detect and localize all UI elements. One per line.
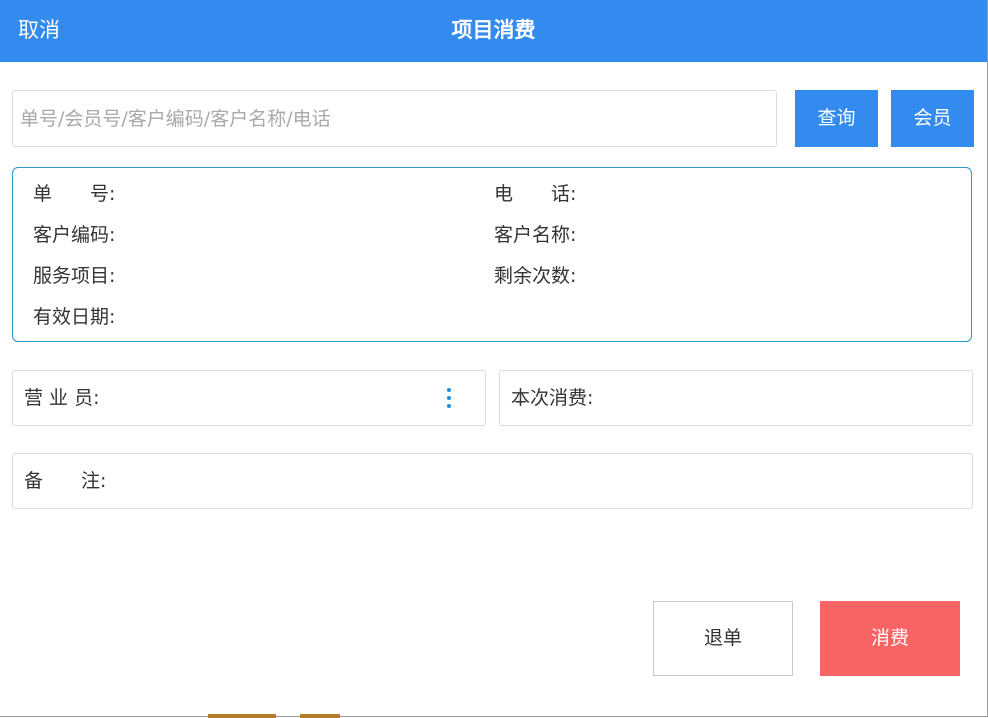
order-no-label: 单 号:: [33, 183, 116, 205]
customer-code-row: 客户编码:: [33, 221, 115, 249]
consume-button[interactable]: 消费: [820, 601, 960, 676]
member-button[interactable]: 会员: [891, 90, 974, 147]
remark-label-text: 备 注:: [24, 470, 107, 492]
customer-name-label: 客户名称:: [494, 224, 577, 246]
dialog-header: 取消 项目消费: [0, 0, 987, 62]
remaining-times-label: 剩余次数:: [494, 265, 577, 287]
salesperson-label: 营 业 员:: [24, 371, 99, 425]
phone-row: 电 话:: [494, 180, 576, 208]
valid-date-label: 有效日期:: [33, 306, 116, 328]
more-options-icon[interactable]: [443, 383, 455, 413]
valid-date-row: 有效日期:: [33, 303, 115, 331]
service-item-row: 服务项目:: [33, 262, 115, 290]
salesperson-label-text: 营 业 员:: [24, 387, 100, 409]
phone-label: 电 话:: [494, 183, 577, 205]
order-no-row: 单 号:: [33, 180, 115, 208]
customer-code-label: 客户编码:: [33, 224, 116, 246]
background-strip: [208, 714, 276, 718]
background-strip: [300, 714, 340, 718]
query-button[interactable]: 查询: [795, 90, 878, 147]
refund-button[interactable]: 退单: [653, 601, 793, 676]
salesperson-field[interactable]: 营 业 员:: [12, 370, 486, 426]
search-input[interactable]: [12, 90, 777, 147]
cancel-button[interactable]: 取消: [18, 0, 60, 62]
order-info-panel: 单 号: 电 话: 客户编码: 客户名称: 服务项目: 剩余次数: 有效日期:: [12, 167, 972, 342]
consumption-field[interactable]: 本次消费:: [499, 370, 973, 426]
remark-field[interactable]: 备 注:: [12, 453, 973, 509]
remark-label: 备 注:: [24, 454, 106, 508]
customer-name-row: 客户名称:: [494, 221, 576, 249]
consumption-label-text: 本次消费:: [511, 387, 594, 409]
consumption-label: 本次消费:: [511, 371, 593, 425]
service-item-label: 服务项目:: [33, 265, 116, 287]
dialog-title: 项目消费: [451, 18, 536, 42]
project-consumption-dialog: 取消 项目消费 查询 会员 单 号: 电 话: 客户编码: 客户名称: 服务项目…: [0, 0, 988, 717]
remaining-times-row: 剩余次数:: [494, 262, 576, 290]
